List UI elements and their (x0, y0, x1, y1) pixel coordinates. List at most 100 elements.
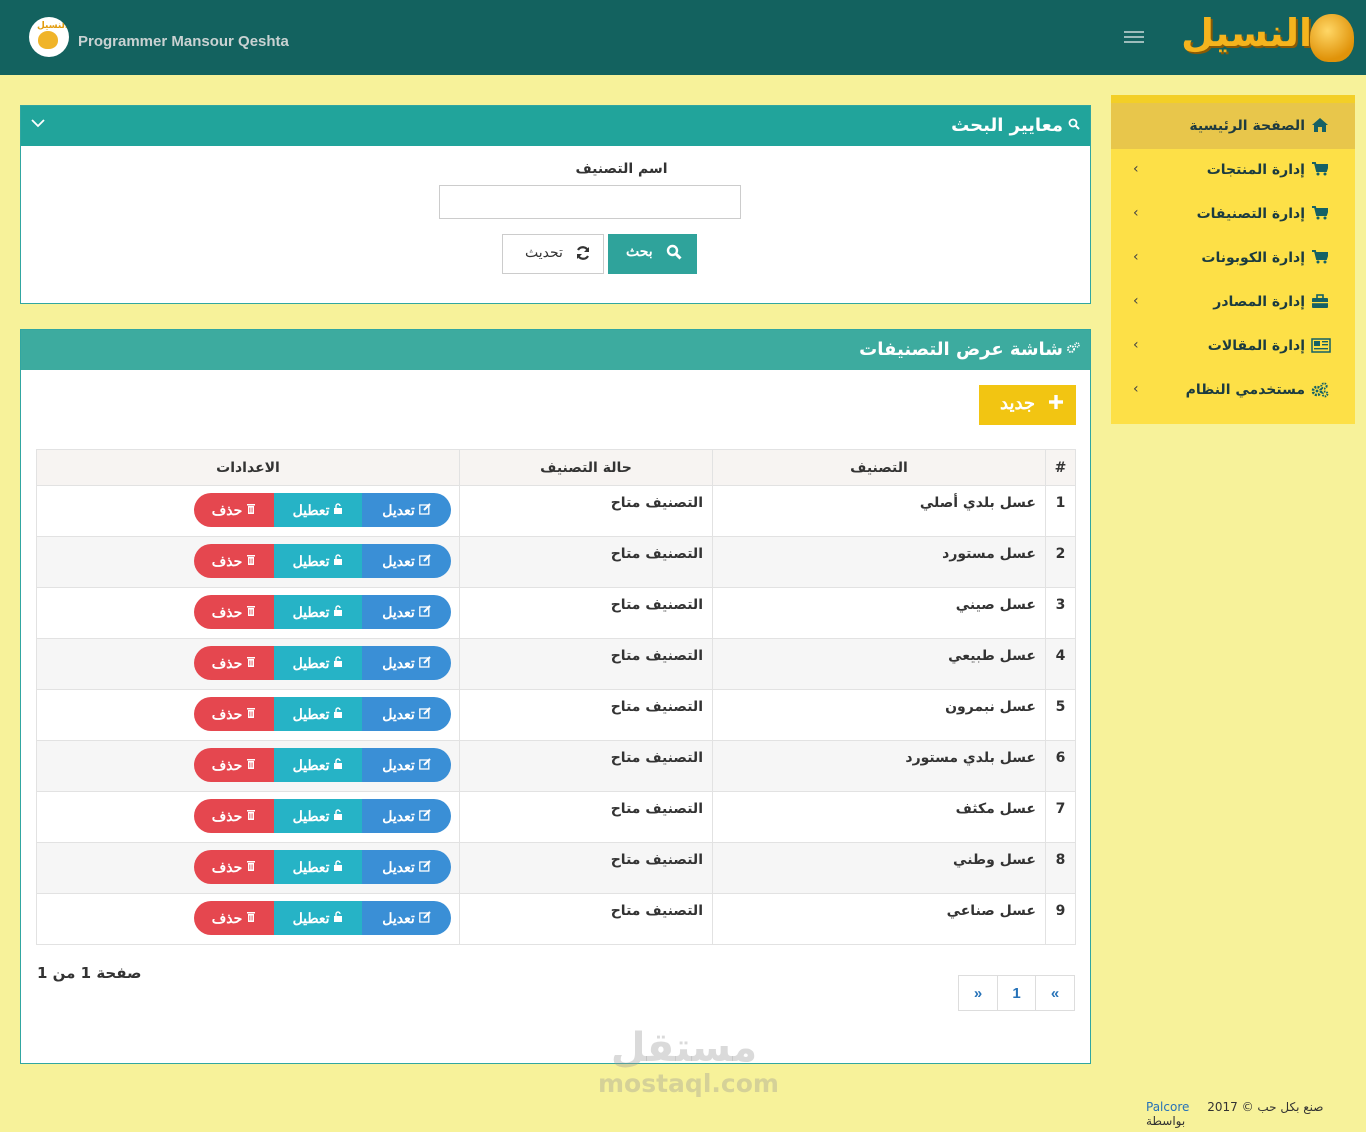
disable-button[interactable]: تعطيل (274, 493, 362, 527)
delete-button[interactable]: حذف (194, 850, 274, 884)
row-number: 7 (1045, 791, 1076, 843)
unlock-icon (333, 553, 343, 569)
delete-button-label: حذف (211, 858, 243, 875)
edit-button[interactable]: تعديل (362, 544, 451, 578)
edit-button[interactable]: تعديل (362, 748, 451, 782)
chevron-down-icon[interactable] (31, 116, 45, 132)
category-name-input[interactable] (439, 185, 741, 219)
row-actions: تعديل تعطيل حذف (36, 587, 460, 639)
delete-button-label: حذف (211, 756, 243, 773)
edit-button[interactable]: تعديل (362, 850, 451, 884)
delete-button[interactable]: حذف (194, 748, 274, 782)
gears-icon (1311, 382, 1329, 398)
delete-button[interactable]: حذف (194, 595, 274, 629)
sidebar-item-users[interactable]: مستخدمي النظام ‹ (1111, 369, 1355, 413)
edit-button[interactable]: تعديل (362, 799, 451, 833)
edit-button-label: تعديل (382, 807, 415, 824)
disable-button[interactable]: تعطيل (274, 850, 362, 884)
sidebar-item-articles[interactable]: إدارة المقالات ‹ (1111, 325, 1355, 369)
delete-button[interactable]: حذف (194, 544, 274, 578)
cart-icon (1311, 250, 1330, 266)
sidebar-item-products[interactable]: إدارة المنتجات ‹ (1111, 149, 1355, 193)
trash-icon (246, 859, 256, 875)
edit-icon (418, 502, 431, 518)
pagination-prev-button[interactable]: » (958, 975, 998, 1011)
user-name[interactable]: Programmer Mansour Qeshta (78, 33, 289, 50)
disable-button[interactable]: تعطيل (274, 901, 362, 935)
sidebar-item-coupons[interactable]: إدارة الكوبونات ‹ (1111, 237, 1355, 281)
refresh-button-label: تحديث (525, 244, 563, 260)
row-category-name: عسل وطني (712, 842, 1046, 894)
row-category-status: التصنيف متاح (459, 842, 713, 894)
edit-button[interactable]: تعديل (362, 646, 451, 680)
categories-panel-header: شاشة عرض التصنيفات (21, 330, 1090, 370)
category-name-label: اسم التصنيف (575, 161, 668, 177)
edit-button[interactable]: تعديل (362, 901, 451, 935)
sidebar-item-label: إدارة التصنيفات (1196, 206, 1305, 222)
row-action-group: تعديل تعطيل حذف (194, 799, 451, 833)
row-category-name: عسل طبيعي (712, 638, 1046, 690)
avatar[interactable]: النسيل (29, 17, 69, 57)
row-category-name: عسل مستورد (712, 536, 1046, 588)
row-number: 2 (1045, 536, 1076, 588)
pagination: » 1 « (958, 975, 1075, 1011)
disable-button[interactable]: تعطيل (274, 799, 362, 833)
trash-icon (246, 706, 256, 722)
edit-icon (418, 706, 431, 722)
disable-button-label: تعطيل (292, 552, 330, 569)
delete-button[interactable]: حذف (194, 646, 274, 680)
delete-button[interactable]: حذف (194, 799, 274, 833)
row-action-group: تعديل تعطيل حذف (194, 646, 451, 680)
plus-icon (1049, 393, 1063, 414)
avatar-logo-text: النسيل (37, 21, 69, 31)
refresh-button[interactable]: تحديث (502, 234, 604, 274)
disable-button[interactable]: تعطيل (274, 748, 362, 782)
row-action-group: تعديل تعطيل حذف (194, 493, 451, 527)
new-button-label: جديد (1000, 393, 1036, 413)
row-actions: تعديل تعطيل حذف (36, 689, 460, 741)
new-category-button[interactable]: جديد (979, 385, 1076, 425)
newspaper-icon (1311, 338, 1331, 354)
delete-button[interactable]: حذف (194, 493, 274, 527)
search-button[interactable]: بحث (608, 234, 697, 274)
row-category-status: التصنيف متاح (459, 485, 713, 537)
row-actions: تعديل تعطيل حذف (36, 893, 460, 945)
delete-button-label: حذف (211, 909, 243, 926)
briefcase-icon (1311, 294, 1329, 310)
sidebar-item-categories[interactable]: إدارة التصنيفات ‹ (1111, 193, 1355, 237)
refresh-icon (575, 245, 591, 264)
delete-button[interactable]: حذف (194, 697, 274, 731)
page-info: صفحة 1 من 1 (37, 964, 142, 982)
disable-button[interactable]: تعطيل (274, 646, 362, 680)
footer-brand-link[interactable]: Palcore (1146, 1100, 1189, 1114)
disable-button[interactable]: تعطيل (274, 595, 362, 629)
disable-button-label: تعطيل (292, 705, 330, 722)
row-category-status: التصنيف متاح (459, 740, 713, 792)
edit-button[interactable]: تعديل (362, 493, 451, 527)
unlock-icon (333, 706, 343, 722)
categories-table: # التصنيف حالة التصنيف الاعدادات 1 عسل بل… (36, 449, 1076, 945)
disable-button[interactable]: تعطيل (274, 544, 362, 578)
site-logo[interactable]: النسيل (1168, 6, 1358, 68)
pagination-next-button[interactable]: « (1035, 975, 1075, 1011)
unlock-icon (333, 808, 343, 824)
pagination-page-1[interactable]: 1 (997, 975, 1036, 1011)
chevron-left-icon: ‹ (1133, 293, 1139, 309)
disable-button-label: تعطيل (292, 603, 330, 620)
row-category-status: التصنيف متاح (459, 791, 713, 843)
sidebar-item-home[interactable]: الصفحة الرئيسية (1111, 103, 1355, 149)
disable-button[interactable]: تعطيل (274, 697, 362, 731)
table-row: 4 عسل طبيعي التصنيف متاح تعديل تعطيل حذف (36, 638, 1076, 690)
row-action-group: تعديل تعطيل حذف (194, 748, 451, 782)
trash-icon (246, 655, 256, 671)
edit-button[interactable]: تعديل (362, 697, 451, 731)
chevron-left-icon: ‹ (1133, 205, 1139, 221)
categories-panel: شاشة عرض التصنيفات جديد # التصنيف حالة ا… (20, 329, 1091, 1064)
delete-button[interactable]: حذف (194, 901, 274, 935)
sidebar-item-sources[interactable]: إدارة المصادر ‹ (1111, 281, 1355, 325)
unlock-icon (333, 859, 343, 875)
menu-toggle-icon[interactable] (1124, 29, 1144, 45)
edit-button[interactable]: تعديل (362, 595, 451, 629)
search-panel-header: معايير البحث (21, 106, 1090, 146)
trash-icon (246, 604, 256, 620)
